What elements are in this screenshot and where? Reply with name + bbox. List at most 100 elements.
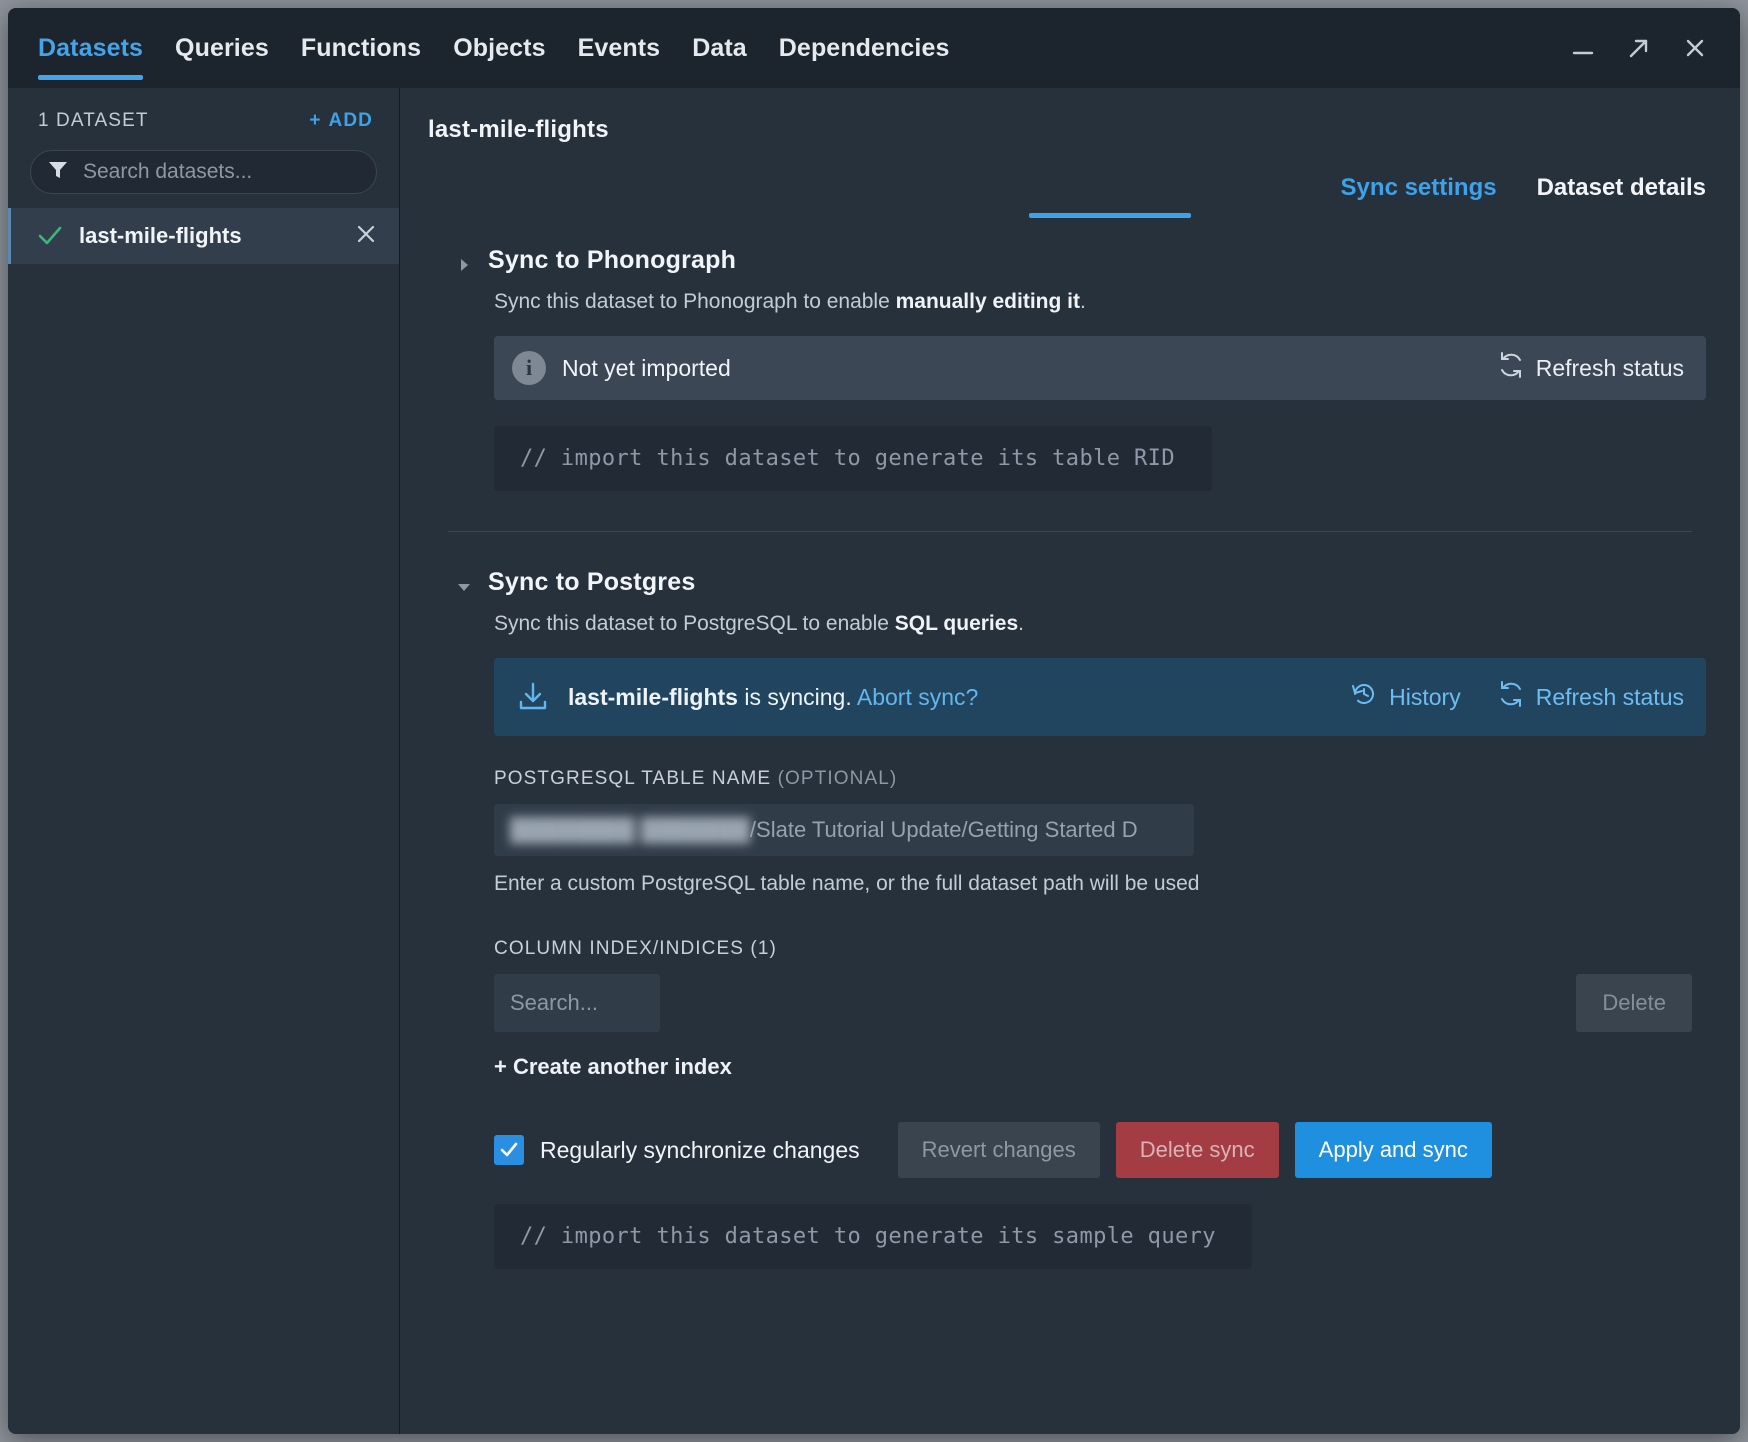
section-sync-to-postgres: Sync to Postgres Sync this dataset to Po… [434,568,1706,1269]
nav-tab-events[interactable]: Events [578,8,661,88]
postgres-desc-prefix: Sync this dataset to PostgreSQL to enabl… [494,612,895,635]
expand-icon[interactable] [1624,33,1654,63]
regularly-sync-checkbox-wrap: Regularly synchronize changes [494,1135,860,1165]
delete-index-button[interactable]: Delete [1576,974,1692,1032]
postgres-desc-suffix: . [1018,612,1024,635]
tab-sync-settings-label: Sync settings [1340,174,1497,201]
chevron-right-icon[interactable] [456,257,472,278]
postgres-refresh-status-button[interactable]: Refresh status [1497,680,1684,714]
table-name-helper-text: Enter a custom PostgreSQL table name, or… [494,872,1200,895]
nav-tab-functions-label: Functions [300,33,422,62]
postgres-desc-bold: SQL queries [894,612,1019,635]
postgres-controls-row: Regularly synchronize changes Revert cha… [494,1122,1706,1178]
phonograph-bar-actions: Refresh status [1497,351,1684,385]
nav-tab-objects[interactable]: Objects [453,8,545,88]
main-nav: Datasets Queries Functions Objects Event… [38,8,950,88]
phonograph-header: Sync to Phonograph [434,246,1706,278]
abort-sync-link[interactable]: Abort sync? [857,684,978,710]
sidebar-search-wrap [8,142,399,208]
postgres-history-button[interactable]: History [1350,680,1461,714]
regularly-sync-checkbox[interactable] [494,1135,524,1165]
datasets-sidebar: 1 DATASET + ADD last-mile-flights [8,88,400,1434]
minimize-icon[interactable] [1568,33,1598,63]
postgres-history-label: History [1389,683,1461,710]
postgres-body: last-mile-flights is syncing. Abort sync… [434,658,1706,1269]
nav-tab-events-label: Events [577,33,661,62]
column-index-search-input[interactable]: Search... [494,974,660,1032]
sidebar-item-last-mile-flights[interactable]: last-mile-flights [8,208,399,264]
revert-changes-button[interactable]: Revert changes [897,1122,1100,1178]
window-controls [1568,33,1718,63]
panel-tabs: Sync settings Dataset details [400,144,1740,218]
phonograph-title: Sync to Phonograph [488,246,737,274]
phonograph-code-block: // import this dataset to generate its t… [494,426,1212,491]
phonograph-desc-prefix: Sync this dataset to Phonograph to enabl… [494,290,896,313]
download-sync-icon [516,680,550,714]
nav-tab-datasets-label: Datasets [38,33,144,62]
phonograph-description: Sync this dataset to Phonograph to enabl… [434,290,1706,314]
postgres-sync-banner: last-mile-flights is syncing. Abort sync… [494,658,1706,736]
phonograph-desc-suffix: . [1079,290,1086,313]
add-dataset-label: ADD [328,110,373,131]
phonograph-refresh-status-button[interactable]: Refresh status [1497,351,1684,385]
main-panel: last-mile-flights Sync settings Dataset … [400,88,1740,1434]
check-icon [37,223,63,249]
postgres-code-block: // import this dataset to generate its s… [494,1204,1252,1269]
create-another-index-link[interactable]: + Create another index [494,1054,1706,1080]
postgres-sync-message: last-mile-flights is syncing. Abort sync… [568,684,978,711]
tab-sync-settings[interactable]: Sync settings [1341,174,1497,218]
sidebar-header: 1 DATASET + ADD [8,88,399,142]
nav-tab-objects-label: Objects [453,33,546,62]
remove-dataset-icon[interactable] [355,223,377,250]
column-index-row: Search... Delete [494,974,1706,1032]
nav-tab-data-label: Data [692,33,747,62]
tab-dataset-details-label: Dataset details [1536,174,1706,201]
add-dataset-button[interactable]: + ADD [309,110,373,132]
refresh-icon [1497,351,1525,385]
phonograph-status-bar: i Not yet imported Refresh status [494,336,1706,400]
delete-sync-button[interactable]: Delete sync [1115,1122,1279,1178]
close-icon[interactable] [1680,33,1710,63]
postgres-banner-actions: History Refresh status [1350,680,1684,714]
dataset-count-label: 1 DATASET [38,110,149,131]
phonograph-desc-bold: manually editing it [895,290,1080,313]
app-window: Datasets Queries Functions Objects Event… [8,8,1740,1434]
info-icon: i [512,351,546,385]
nav-tab-queries-label: Queries [175,33,269,62]
regularly-sync-label: Regularly synchronize changes [540,1136,860,1163]
apply-and-sync-button[interactable]: Apply and sync [1294,1122,1492,1178]
app-body: 1 DATASET + ADD last-mile-flights [8,88,1740,1434]
table-name-visible-value: /Slate Tutorial Update/Getting Started D [749,817,1138,842]
nav-tab-functions[interactable]: Functions [301,8,421,88]
table-name-label-text: POSTGRESQL TABLE NAME [494,768,772,789]
page-title: last-mile-flights [428,116,609,143]
filter-icon [47,159,69,186]
table-name-label: POSTGRESQL TABLE NAME (OPTIONAL) [494,768,1706,790]
tab-active-underline [1029,213,1191,218]
table-name-optional: (OPTIONAL) [777,768,898,789]
phonograph-status-text: Not yet imported [562,354,731,381]
postgresql-table-name-input[interactable]: ████████ ███████/Slate Tutorial Update/G… [494,804,1194,856]
postgres-header: Sync to Postgres [434,568,1706,600]
nav-tab-dependencies-label: Dependencies [778,33,950,62]
postgres-sync-dataset: last-mile-flights [568,683,738,710]
plus-icon: + [309,110,322,131]
search-datasets-field[interactable] [30,150,377,194]
chevron-down-icon[interactable] [456,579,472,600]
tab-dataset-details[interactable]: Dataset details [1537,174,1706,218]
nav-tab-data[interactable]: Data [692,8,747,88]
nav-tab-datasets[interactable]: Datasets [38,8,144,88]
sync-settings-content: Sync to Phonograph Sync this dataset to … [400,218,1740,1269]
phonograph-refresh-label: Refresh status [1535,354,1684,381]
section-divider [448,531,1692,532]
nav-tab-queries[interactable]: Queries [175,8,269,88]
postgres-refresh-label: Refresh status [1535,683,1684,710]
phonograph-body: i Not yet imported Refresh status // imp… [434,336,1706,491]
top-navigation-bar: Datasets Queries Functions Objects Event… [8,8,1740,88]
search-datasets-input[interactable] [83,160,360,184]
refresh-icon [1497,680,1525,714]
sidebar-item-label: last-mile-flights [79,223,242,248]
nav-tab-dependencies[interactable]: Dependencies [779,8,950,88]
section-sync-to-phonograph: Sync to Phonograph Sync this dataset to … [434,246,1706,491]
postgres-description: Sync this dataset to PostgreSQL to enabl… [434,612,1706,636]
